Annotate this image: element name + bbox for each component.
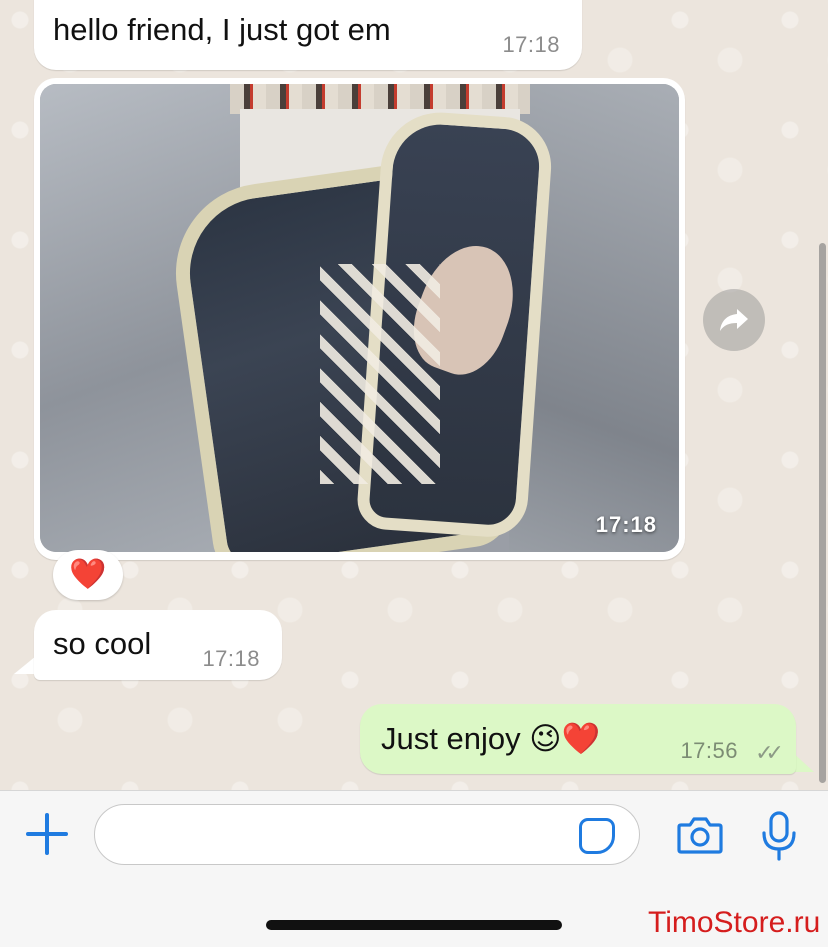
message-text: Just enjoy 😉❤️ (381, 721, 601, 756)
message-incoming[interactable]: hello friend, I just got em 17:18 (34, 0, 582, 70)
home-indicator[interactable] (266, 920, 562, 930)
message-input[interactable] (94, 804, 640, 865)
camera-icon[interactable] (677, 815, 723, 855)
message-text: hello friend, I just got em (53, 12, 391, 47)
chat-area[interactable]: hello friend, I just got em 17:18 17:18 … (0, 0, 828, 790)
message-time: 17:56 (680, 738, 738, 763)
plus-icon[interactable] (24, 811, 70, 857)
double-check-icon: ✓✓ (755, 740, 784, 765)
scrollbar[interactable] (819, 243, 826, 783)
sneaker-laces (320, 264, 440, 484)
microphone-icon[interactable] (760, 811, 798, 861)
message-time: 17:18 (202, 646, 260, 671)
watermark: TimoStore.ru (648, 906, 821, 939)
heart-reaction-icon: ❤️ (69, 558, 107, 591)
image-message[interactable]: 17:18 (34, 78, 685, 560)
image-time: 17:18 (595, 512, 657, 537)
message-incoming[interactable]: so cool 17:18 (34, 610, 282, 680)
message-outgoing[interactable]: Just enjoy 😉❤️ 17:56 ✓✓ (360, 704, 796, 774)
forward-arrow-icon (720, 309, 748, 331)
sticker-icon[interactable] (579, 818, 615, 854)
message-time: 17:18 (502, 32, 560, 57)
bubble-tail (14, 656, 36, 674)
message-text: so cool (53, 626, 152, 661)
reaction-badge[interactable]: ❤️ (53, 550, 123, 600)
forward-button[interactable] (703, 289, 765, 351)
sneakers-photo[interactable]: 17:18 (40, 84, 679, 552)
